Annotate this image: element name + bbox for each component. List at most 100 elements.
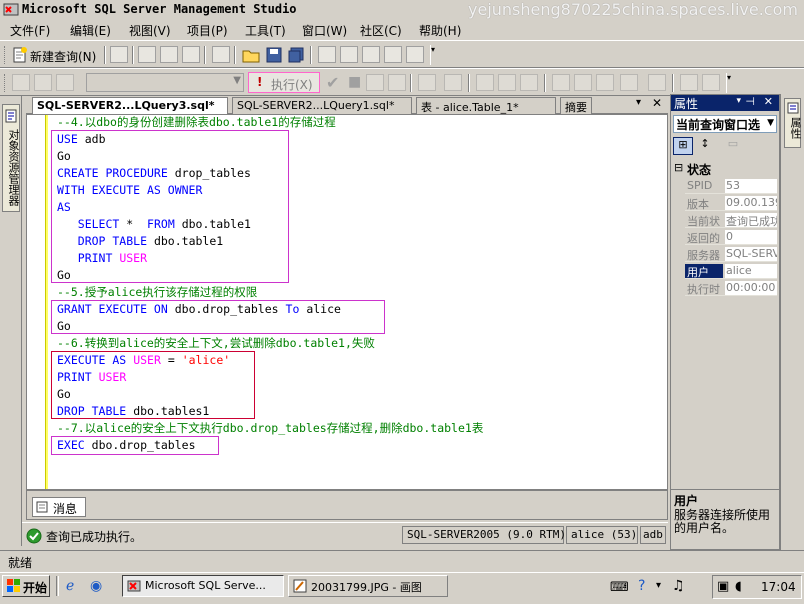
property-key: 服务器 xyxy=(687,249,720,262)
volume-tray-icon[interactable]: ♫ xyxy=(672,578,685,594)
query-options-icon[interactable] xyxy=(444,74,462,91)
display-plan-icon[interactable] xyxy=(366,74,384,91)
properties-header: 属性 ▾ ⊣ ✕ xyxy=(671,95,779,111)
object-explorer-strip: 对象资源管理器 xyxy=(0,96,22,546)
toolbar-separator xyxy=(132,46,134,64)
tab-alice-table1[interactable]: 表 - alice.Table_1* xyxy=(416,97,556,114)
toolbar-overflow-icon[interactable]: ▾ xyxy=(430,45,440,65)
new-query-icon xyxy=(13,47,27,63)
properties-object-select[interactable]: 当前查询窗口选 ▼ xyxy=(673,115,777,133)
code-comment-line: --6.转换到alice的安全上下文,尝试删除dbo.table1,失败 xyxy=(57,336,375,350)
pin-icon[interactable]: ⊣ xyxy=(745,95,755,108)
connect-icon[interactable] xyxy=(12,74,30,91)
toolbox-icon[interactable] xyxy=(406,46,424,63)
results-to-text-icon[interactable] xyxy=(476,74,494,91)
user-status: alice (53) xyxy=(566,526,638,544)
collapse-icon[interactable]: ⊟ xyxy=(674,161,683,174)
toolbar-separator xyxy=(544,74,546,92)
disconnect-icon[interactable] xyxy=(34,74,52,91)
object-explorer-icon[interactable] xyxy=(340,46,358,63)
new-project-icon[interactable] xyxy=(212,46,230,63)
mdx-query-icon[interactable] xyxy=(138,46,156,63)
toolbar-grip[interactable] xyxy=(4,74,7,92)
ie-icon[interactable]: ℯ xyxy=(66,578,74,594)
parse-checkmark-icon[interactable]: ✔ xyxy=(326,73,339,92)
menu-edit[interactable]: 编辑(E) xyxy=(70,22,111,39)
save-all-icon[interactable] xyxy=(288,47,304,63)
save-icon[interactable] xyxy=(266,47,282,63)
network-tray-icon[interactable]: ⌨ xyxy=(610,580,629,595)
property-row[interactable]: 执行时 00:00:00 xyxy=(685,279,777,296)
specify-values-icon[interactable] xyxy=(648,74,666,91)
property-value: alice xyxy=(725,264,777,278)
sql-editor[interactable]: --4.以dbo的身份创建删除表dbo.table1的存储过程 USE adb Go… xyxy=(26,114,668,490)
toolbar-overflow-icon[interactable]: ▾ xyxy=(726,73,736,93)
taskbar-ssms-button[interactable]: Microsoft SQL Serve... xyxy=(122,575,284,597)
uncomment-icon[interactable] xyxy=(620,74,638,91)
results-to-file-icon[interactable] xyxy=(520,74,538,91)
code-comment-line: --4.以dbo的身份创建删除表dbo.table1的存储过程 xyxy=(57,115,336,129)
toolbar-grip[interactable] xyxy=(4,46,7,64)
quicklaunch-icon[interactable]: ◉ xyxy=(90,578,102,594)
increase-indent-icon[interactable] xyxy=(702,74,720,91)
exclamation-icon: ! xyxy=(257,75,263,89)
menu-community[interactable]: 社区(C) xyxy=(360,22,402,39)
menu-tools[interactable]: 工具(T) xyxy=(245,22,286,39)
properties-window-icon[interactable] xyxy=(384,46,402,63)
intellisense-icon[interactable] xyxy=(418,74,436,91)
query-designer-icon[interactable] xyxy=(388,74,406,91)
close-panel-icon[interactable]: ✕ xyxy=(764,95,773,108)
property-row[interactable]: 用户 alice xyxy=(685,262,777,279)
results-to-grid-icon[interactable] xyxy=(498,74,516,91)
system-tray: ▣ ◖ 17:04 xyxy=(712,575,802,599)
property-row[interactable]: 版本 09.00.139 xyxy=(685,194,777,211)
property-value: SQL-SERVE xyxy=(725,247,777,261)
speaker-tray-icon[interactable]: ◖ xyxy=(735,579,742,594)
menu-file[interactable]: 文件(F) xyxy=(10,22,50,39)
template-explorer-icon[interactable] xyxy=(362,46,380,63)
registered-servers-icon[interactable] xyxy=(318,46,336,63)
start-button[interactable]: 开始 xyxy=(2,575,50,597)
new-file-icon[interactable] xyxy=(110,46,128,63)
xmla-query-icon[interactable] xyxy=(182,46,200,63)
tray-chevron-icon[interactable]: ▾ xyxy=(656,580,661,591)
property-row[interactable]: SPID 53 xyxy=(685,177,777,194)
categorized-icon[interactable]: ⊞ xyxy=(673,137,693,155)
tab-query3[interactable]: SQL-SERVER2...LQuery3.sql* xyxy=(32,97,228,114)
cancel-query-icon[interactable]: ■ xyxy=(348,74,361,90)
help-tray-icon[interactable]: ? xyxy=(638,578,645,594)
dmx-query-icon[interactable] xyxy=(160,46,178,63)
change-connection-icon[interactable] xyxy=(56,74,74,91)
client-stats-icon[interactable] xyxy=(574,74,592,91)
panel-menu-chevron-icon[interactable]: ▾ xyxy=(736,96,741,106)
menu-window[interactable]: 窗口(W) xyxy=(302,22,347,39)
object-explorer-tab[interactable]: 对象资源管理器 xyxy=(2,104,20,212)
taskbar-paint-button[interactable]: 20031799.JPG - 画图 xyxy=(288,575,448,597)
menu-view[interactable]: 视图(V) xyxy=(129,22,171,39)
include-plan-icon[interactable] xyxy=(552,74,570,91)
menu-project[interactable]: 项目(P) xyxy=(187,22,228,39)
new-query-button[interactable]: 新建查询(N) xyxy=(30,48,96,65)
tab-list-chevron-icon[interactable]: ▾ xyxy=(636,97,641,108)
close-tab-icon[interactable]: ✕ xyxy=(652,96,662,110)
monitor-tray-icon[interactable]: ▣ xyxy=(717,579,729,594)
property-row[interactable]: 服务器 SQL-SERVE xyxy=(685,245,777,262)
messages-tab[interactable]: 消息 xyxy=(32,497,86,517)
comment-out-icon[interactable] xyxy=(596,74,614,91)
paint-task-icon xyxy=(293,579,307,593)
alphabetical-icon[interactable]: ↕ xyxy=(695,137,715,155)
watermark-text: yejunsheng870225china.spaces.live.com xyxy=(468,0,798,19)
tab-summary[interactable]: 摘要 xyxy=(560,97,592,114)
property-pages-icon[interactable]: ▭ xyxy=(723,137,743,155)
execute-button[interactable]: ! 执行(X) xyxy=(248,72,320,93)
menu-help[interactable]: 帮助(H) xyxy=(419,22,461,39)
decrease-indent-icon[interactable] xyxy=(680,74,698,91)
database-select[interactable]: ▼ xyxy=(86,73,244,92)
toolbar-separator xyxy=(672,74,674,92)
properties-side-tab[interactable]: 属性 xyxy=(784,98,802,148)
ssms-app-icon xyxy=(3,3,19,16)
property-row[interactable]: 返回的 0 xyxy=(685,228,777,245)
open-folder-icon[interactable] xyxy=(242,47,260,63)
property-row[interactable]: 当前状 查询已成功 xyxy=(685,211,777,228)
tab-query1[interactable]: SQL-SERVER2...LQuery1.sql* xyxy=(232,97,412,114)
